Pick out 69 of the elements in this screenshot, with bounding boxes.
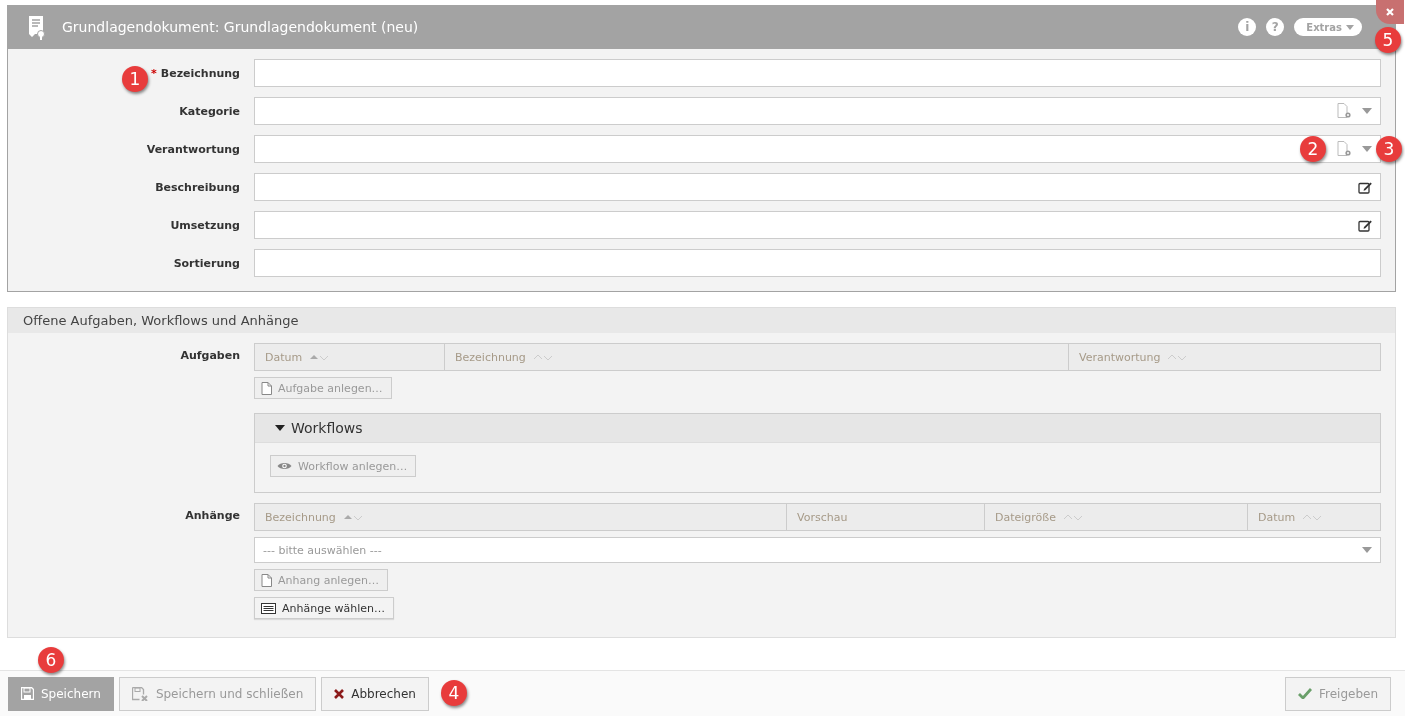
document-gear-icon [1337, 141, 1352, 157]
extras-button[interactable]: Extras [1294, 18, 1362, 36]
column-header[interactable]: Verantwortung [1068, 344, 1380, 370]
column-title: Bezeichnung [265, 510, 336, 524]
document-icon [261, 573, 272, 587]
field-label: Sortierung [173, 256, 240, 270]
sort-icon [1064, 513, 1083, 521]
caret-icon [1362, 146, 1372, 152]
caret-icon [1362, 547, 1372, 553]
field-label: Umsetzung [170, 218, 240, 232]
column-header[interactable]: Datum [1247, 504, 1380, 530]
column-title: Vorschau [797, 510, 848, 524]
list-icon [261, 602, 276, 614]
document-icon [261, 381, 272, 395]
edit-icon [1358, 218, 1372, 232]
column-title: Datum [265, 350, 303, 364]
action-button[interactable]: Anhänge wählen… [254, 597, 394, 619]
header-button[interactable]: i [1238, 18, 1257, 36]
workflows-toggle[interactable]: Workflows [255, 414, 1380, 443]
input-field[interactable] [254, 211, 1381, 239]
callout-badge: 4 [440, 679, 467, 706]
input-field[interactable] [254, 97, 1381, 125]
field-label: Bezeichnung [160, 66, 240, 80]
column-header[interactable]: Dateigröße [984, 504, 1247, 530]
close-button[interactable] [1376, 0, 1404, 24]
caret-icon [275, 425, 285, 431]
sort-icon [310, 353, 329, 361]
column-header[interactable]: Bezeichnung [444, 344, 1068, 370]
section-header: Offene Aufgaben, Workflows und Anhänge [8, 308, 1395, 333]
column-header[interactable]: Bezeichnung [255, 504, 786, 530]
input-field[interactable] [254, 173, 1381, 201]
callout-badge: 6 [38, 646, 64, 673]
sort-icon [533, 353, 552, 361]
document-gear-icon [1337, 103, 1352, 119]
save-button[interactable]: Speichern [8, 676, 114, 711]
sort-icon [1168, 353, 1187, 361]
required-mark: * [151, 66, 157, 80]
field-label: Beschreibung [155, 180, 240, 194]
column-header[interactable]: Vorschau [786, 504, 984, 530]
column-title: Dateigröße [995, 510, 1057, 524]
column-title: Datum [1258, 510, 1296, 524]
close-icon [1386, 8, 1394, 16]
caret-icon [1362, 108, 1372, 114]
cancel-button[interactable]: Abbrechen [321, 676, 429, 711]
input-field[interactable] [254, 135, 1381, 163]
sort-icon [343, 513, 362, 521]
caret-icon [1346, 24, 1354, 30]
input-field[interactable] [254, 249, 1381, 277]
close-icon [334, 688, 345, 699]
edit-icon [1358, 180, 1372, 194]
document-ribbon-icon [26, 14, 48, 40]
header-button[interactable]: ? [1266, 18, 1285, 36]
column-header[interactable]: Datum [255, 344, 444, 370]
column-title: Verantwortung [1079, 350, 1161, 364]
callout-badge: 3 [1376, 136, 1402, 162]
callout-badge: 1 [122, 65, 148, 92]
field-label: Anhänge [184, 508, 241, 524]
eye-icon [277, 461, 292, 471]
field-label: Aufgaben [179, 348, 241, 364]
select-field[interactable]: --- bitte auswählen --- [254, 537, 1381, 563]
input-field[interactable] [254, 59, 1381, 87]
field-label: Verantwortung [146, 142, 240, 156]
floppy-x-icon [131, 686, 149, 701]
window-title: Grundlagendokument: Grundlagendokument (neu) [62, 19, 419, 35]
floppy-icon [21, 687, 34, 700]
column-title: Bezeichnung [455, 350, 526, 364]
field-label: Kategorie [179, 104, 240, 118]
checkmark-icon [1297, 688, 1312, 699]
sort-icon [1303, 513, 1322, 521]
